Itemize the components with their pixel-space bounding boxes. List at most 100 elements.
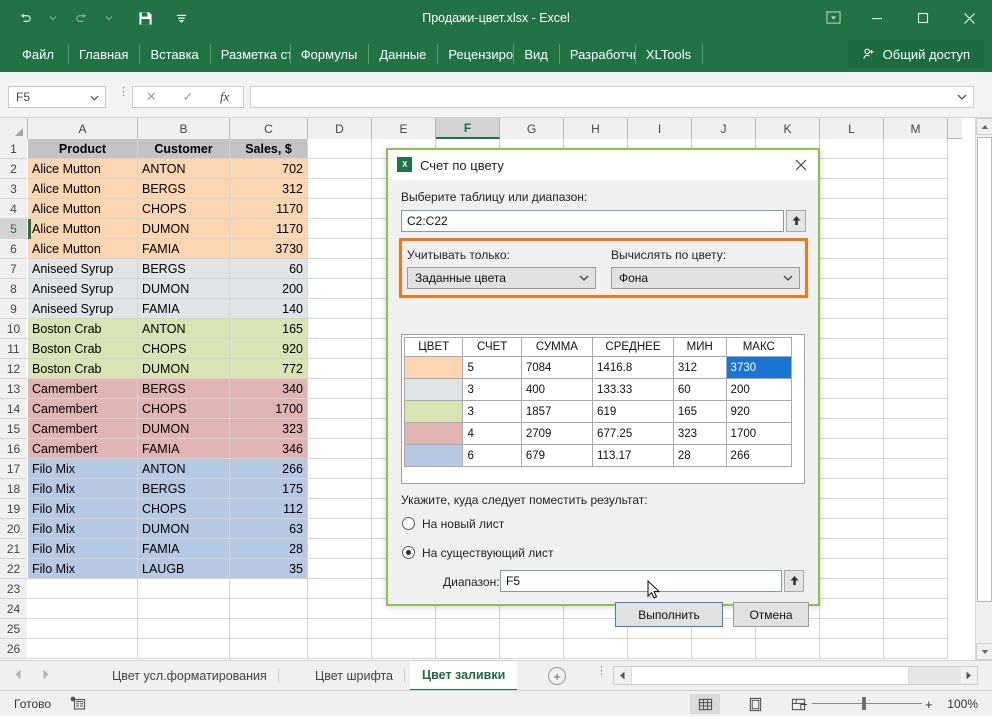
cell-A19[interactable]: Filo Mix bbox=[28, 499, 138, 519]
cell-D10[interactable] bbox=[308, 319, 372, 339]
prev-sheet-icon[interactable] bbox=[14, 669, 22, 683]
tab-data[interactable]: Данные bbox=[368, 36, 437, 72]
horizontal-scroll-thumb[interactable] bbox=[631, 667, 909, 684]
cell-C15[interactable]: 323 bbox=[230, 419, 308, 439]
range-input[interactable]: C2:C22 bbox=[401, 210, 784, 232]
results-cell-max[interactable]: 920 bbox=[726, 401, 791, 423]
column-header-j[interactable]: J bbox=[692, 118, 756, 139]
row-header-12[interactable]: 12 bbox=[0, 359, 27, 379]
select-all-corner[interactable] bbox=[0, 118, 28, 139]
row-header-1[interactable]: 1 bbox=[0, 139, 27, 159]
cell-M14[interactable] bbox=[884, 399, 948, 419]
cell-D25[interactable] bbox=[308, 619, 372, 639]
results-cell-count[interactable]: 3 bbox=[463, 379, 521, 401]
column-header-b[interactable]: B bbox=[138, 118, 230, 139]
cancel-icon[interactable]: ✕ bbox=[134, 87, 168, 107]
sheet-tab-fill-color[interactable]: Цвет заливки bbox=[410, 661, 517, 691]
cell-A5[interactable]: Alice Mutton bbox=[28, 219, 138, 239]
sheet-tab-font-color[interactable]: Цвет шрифта bbox=[303, 661, 405, 690]
results-row[interactable]: 3400133.3360200 bbox=[405, 379, 792, 401]
cell-B9[interactable]: FAMIA bbox=[138, 299, 230, 319]
cell-B25[interactable] bbox=[138, 619, 230, 639]
tab-xltools[interactable]: XLTools bbox=[635, 36, 702, 72]
cell-B22[interactable]: LAUGB bbox=[138, 559, 230, 579]
confirm-icon[interactable]: ✓ bbox=[171, 87, 205, 107]
column-header-c[interactable]: C bbox=[230, 118, 308, 139]
cell-G25[interactable] bbox=[500, 619, 564, 639]
cell-B18[interactable]: BERGS bbox=[138, 479, 230, 499]
cell-I26[interactable] bbox=[628, 639, 692, 659]
tab-file[interactable]: Файл bbox=[8, 36, 68, 72]
cell-C22[interactable]: 35 bbox=[230, 559, 308, 579]
scroll-up-icon[interactable] bbox=[976, 118, 992, 135]
cell-A10[interactable]: Boston Crab bbox=[28, 319, 138, 339]
row-header-2[interactable]: 2 bbox=[0, 159, 27, 179]
results-cell-avg[interactable]: 619 bbox=[593, 401, 674, 423]
cell-E25[interactable] bbox=[372, 619, 436, 639]
customize-quick-access-icon[interactable] bbox=[168, 5, 194, 31]
insert-function-icon[interactable]: fx bbox=[208, 87, 242, 107]
cell-A14[interactable]: Camembert bbox=[28, 399, 138, 419]
dest-range-input[interactable]: F5 bbox=[500, 570, 782, 592]
cell-L13[interactable] bbox=[820, 379, 884, 399]
cell-C14[interactable]: 1700 bbox=[230, 399, 308, 419]
cell-A9[interactable]: Aniseed Syrup bbox=[28, 299, 138, 319]
cell-B14[interactable]: CHOPS bbox=[138, 399, 230, 419]
cell-A26[interactable] bbox=[28, 639, 138, 659]
cell-A21[interactable]: Filo Mix bbox=[28, 539, 138, 559]
cell-A20[interactable]: Filo Mix bbox=[28, 519, 138, 539]
cell-D19[interactable] bbox=[308, 499, 372, 519]
tab-page-layout[interactable]: Разметка стр bbox=[210, 36, 290, 72]
row-header-5[interactable]: 5 bbox=[0, 219, 27, 239]
cell-D2[interactable] bbox=[308, 159, 372, 179]
cell-L16[interactable] bbox=[820, 439, 884, 459]
results-cell-sum[interactable]: 679 bbox=[521, 445, 592, 467]
cell-L24[interactable] bbox=[820, 599, 884, 619]
cell-M9[interactable] bbox=[884, 299, 948, 319]
cell-M3[interactable] bbox=[884, 179, 948, 199]
sheet-tab-conditional-format-color[interactable]: Цвет усл.форматирования bbox=[100, 661, 279, 690]
cell-C6[interactable]: 3730 bbox=[230, 239, 308, 259]
cell-M5[interactable] bbox=[884, 219, 948, 239]
cell-B20[interactable]: DUMON bbox=[138, 519, 230, 539]
results-cell-min[interactable]: 60 bbox=[673, 379, 726, 401]
cell-M12[interactable] bbox=[884, 359, 948, 379]
cell-L10[interactable] bbox=[820, 319, 884, 339]
row-header-13[interactable]: 13 bbox=[0, 379, 27, 399]
row-header-18[interactable]: 18 bbox=[0, 479, 27, 499]
cell-B8[interactable]: DUMON bbox=[138, 279, 230, 299]
cell-C10[interactable]: 165 bbox=[230, 319, 308, 339]
cell-H26[interactable] bbox=[564, 639, 628, 659]
cell-M6[interactable] bbox=[884, 239, 948, 259]
cell-D22[interactable] bbox=[308, 559, 372, 579]
results-cell-sum[interactable]: 400 bbox=[521, 379, 592, 401]
results-cell-min[interactable]: 312 bbox=[673, 357, 726, 379]
cell-L19[interactable] bbox=[820, 499, 884, 519]
cell-L4[interactable] bbox=[820, 199, 884, 219]
results-cell-min[interactable]: 28 bbox=[673, 445, 726, 467]
cell-C4[interactable]: 1170 bbox=[230, 199, 308, 219]
row-header-14[interactable]: 14 bbox=[0, 399, 27, 419]
cell-C5[interactable]: 1170 bbox=[230, 219, 308, 239]
results-cell-count[interactable]: 4 bbox=[463, 423, 521, 445]
column-header-f[interactable]: F bbox=[436, 118, 500, 139]
cell-L2[interactable] bbox=[820, 159, 884, 179]
name-box[interactable]: F5 bbox=[8, 86, 106, 108]
close-button[interactable] bbox=[946, 0, 992, 36]
row-header-19[interactable]: 19 bbox=[0, 499, 27, 519]
row-header-15[interactable]: 15 bbox=[0, 419, 27, 439]
cell-D17[interactable] bbox=[308, 459, 372, 479]
formula-input[interactable] bbox=[250, 86, 974, 108]
horizontal-scroll-track[interactable] bbox=[909, 667, 961, 684]
record-macro-icon[interactable] bbox=[70, 696, 86, 712]
cell-L15[interactable] bbox=[820, 419, 884, 439]
cell-B10[interactable]: ANTON bbox=[138, 319, 230, 339]
cell-A16[interactable]: Camembert bbox=[28, 439, 138, 459]
row-header-3[interactable]: 3 bbox=[0, 179, 27, 199]
cell-M18[interactable] bbox=[884, 479, 948, 499]
cell-D18[interactable] bbox=[308, 479, 372, 499]
column-header-g[interactable]: G bbox=[500, 118, 564, 139]
row-header-23[interactable]: 23 bbox=[0, 579, 27, 599]
cell-D4[interactable] bbox=[308, 199, 372, 219]
cell-G26[interactable] bbox=[500, 639, 564, 659]
